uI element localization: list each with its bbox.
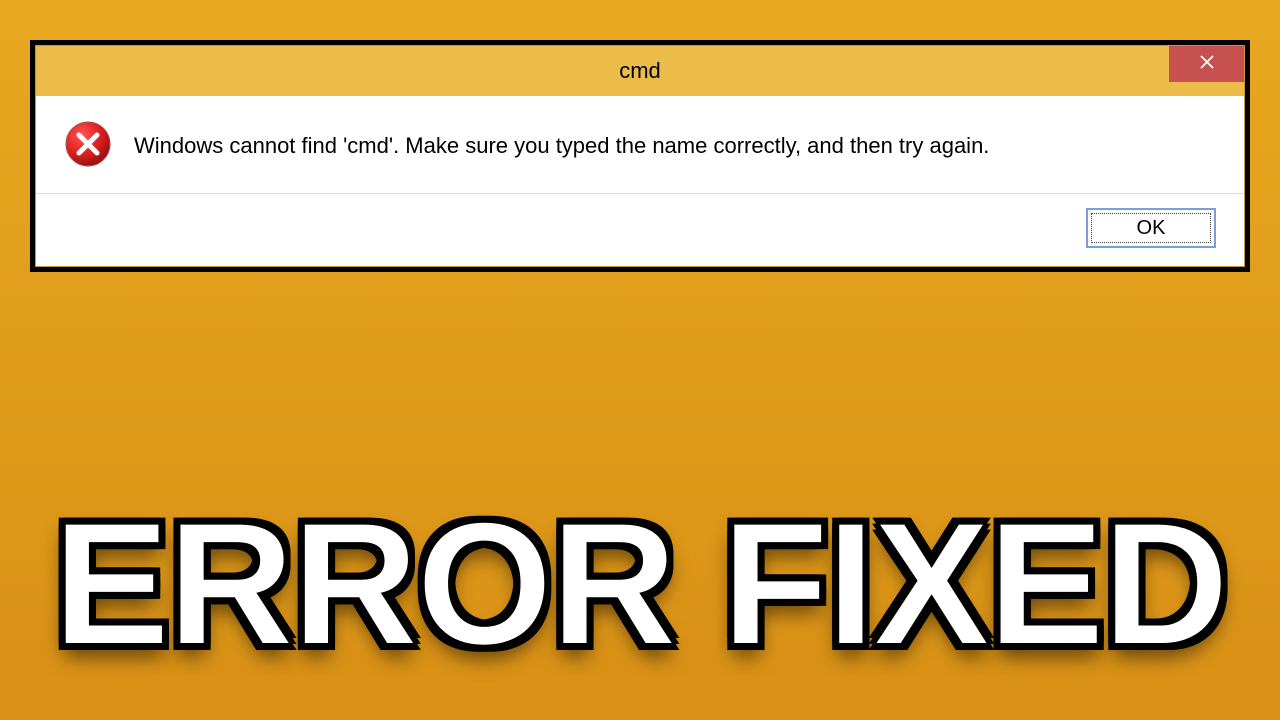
overlay-caption: ERROR FIXED — [53, 484, 1227, 685]
titlebar[interactable]: cmd — [36, 46, 1244, 96]
error-message: Windows cannot find 'cmd'. Make sure you… — [134, 132, 989, 161]
dialog-body: Windows cannot find 'cmd'. Make sure you… — [36, 96, 1244, 266]
button-row: OK — [64, 194, 1216, 248]
window-title: cmd — [619, 58, 661, 84]
close-icon — [1199, 54, 1215, 75]
dialog-window: cmd — [30, 40, 1250, 272]
error-icon — [64, 120, 112, 173]
dialog-frame: cmd — [35, 45, 1245, 267]
ok-button[interactable]: OK — [1086, 208, 1216, 248]
close-button[interactable] — [1169, 46, 1244, 82]
message-row: Windows cannot find 'cmd'. Make sure you… — [64, 120, 1216, 193]
